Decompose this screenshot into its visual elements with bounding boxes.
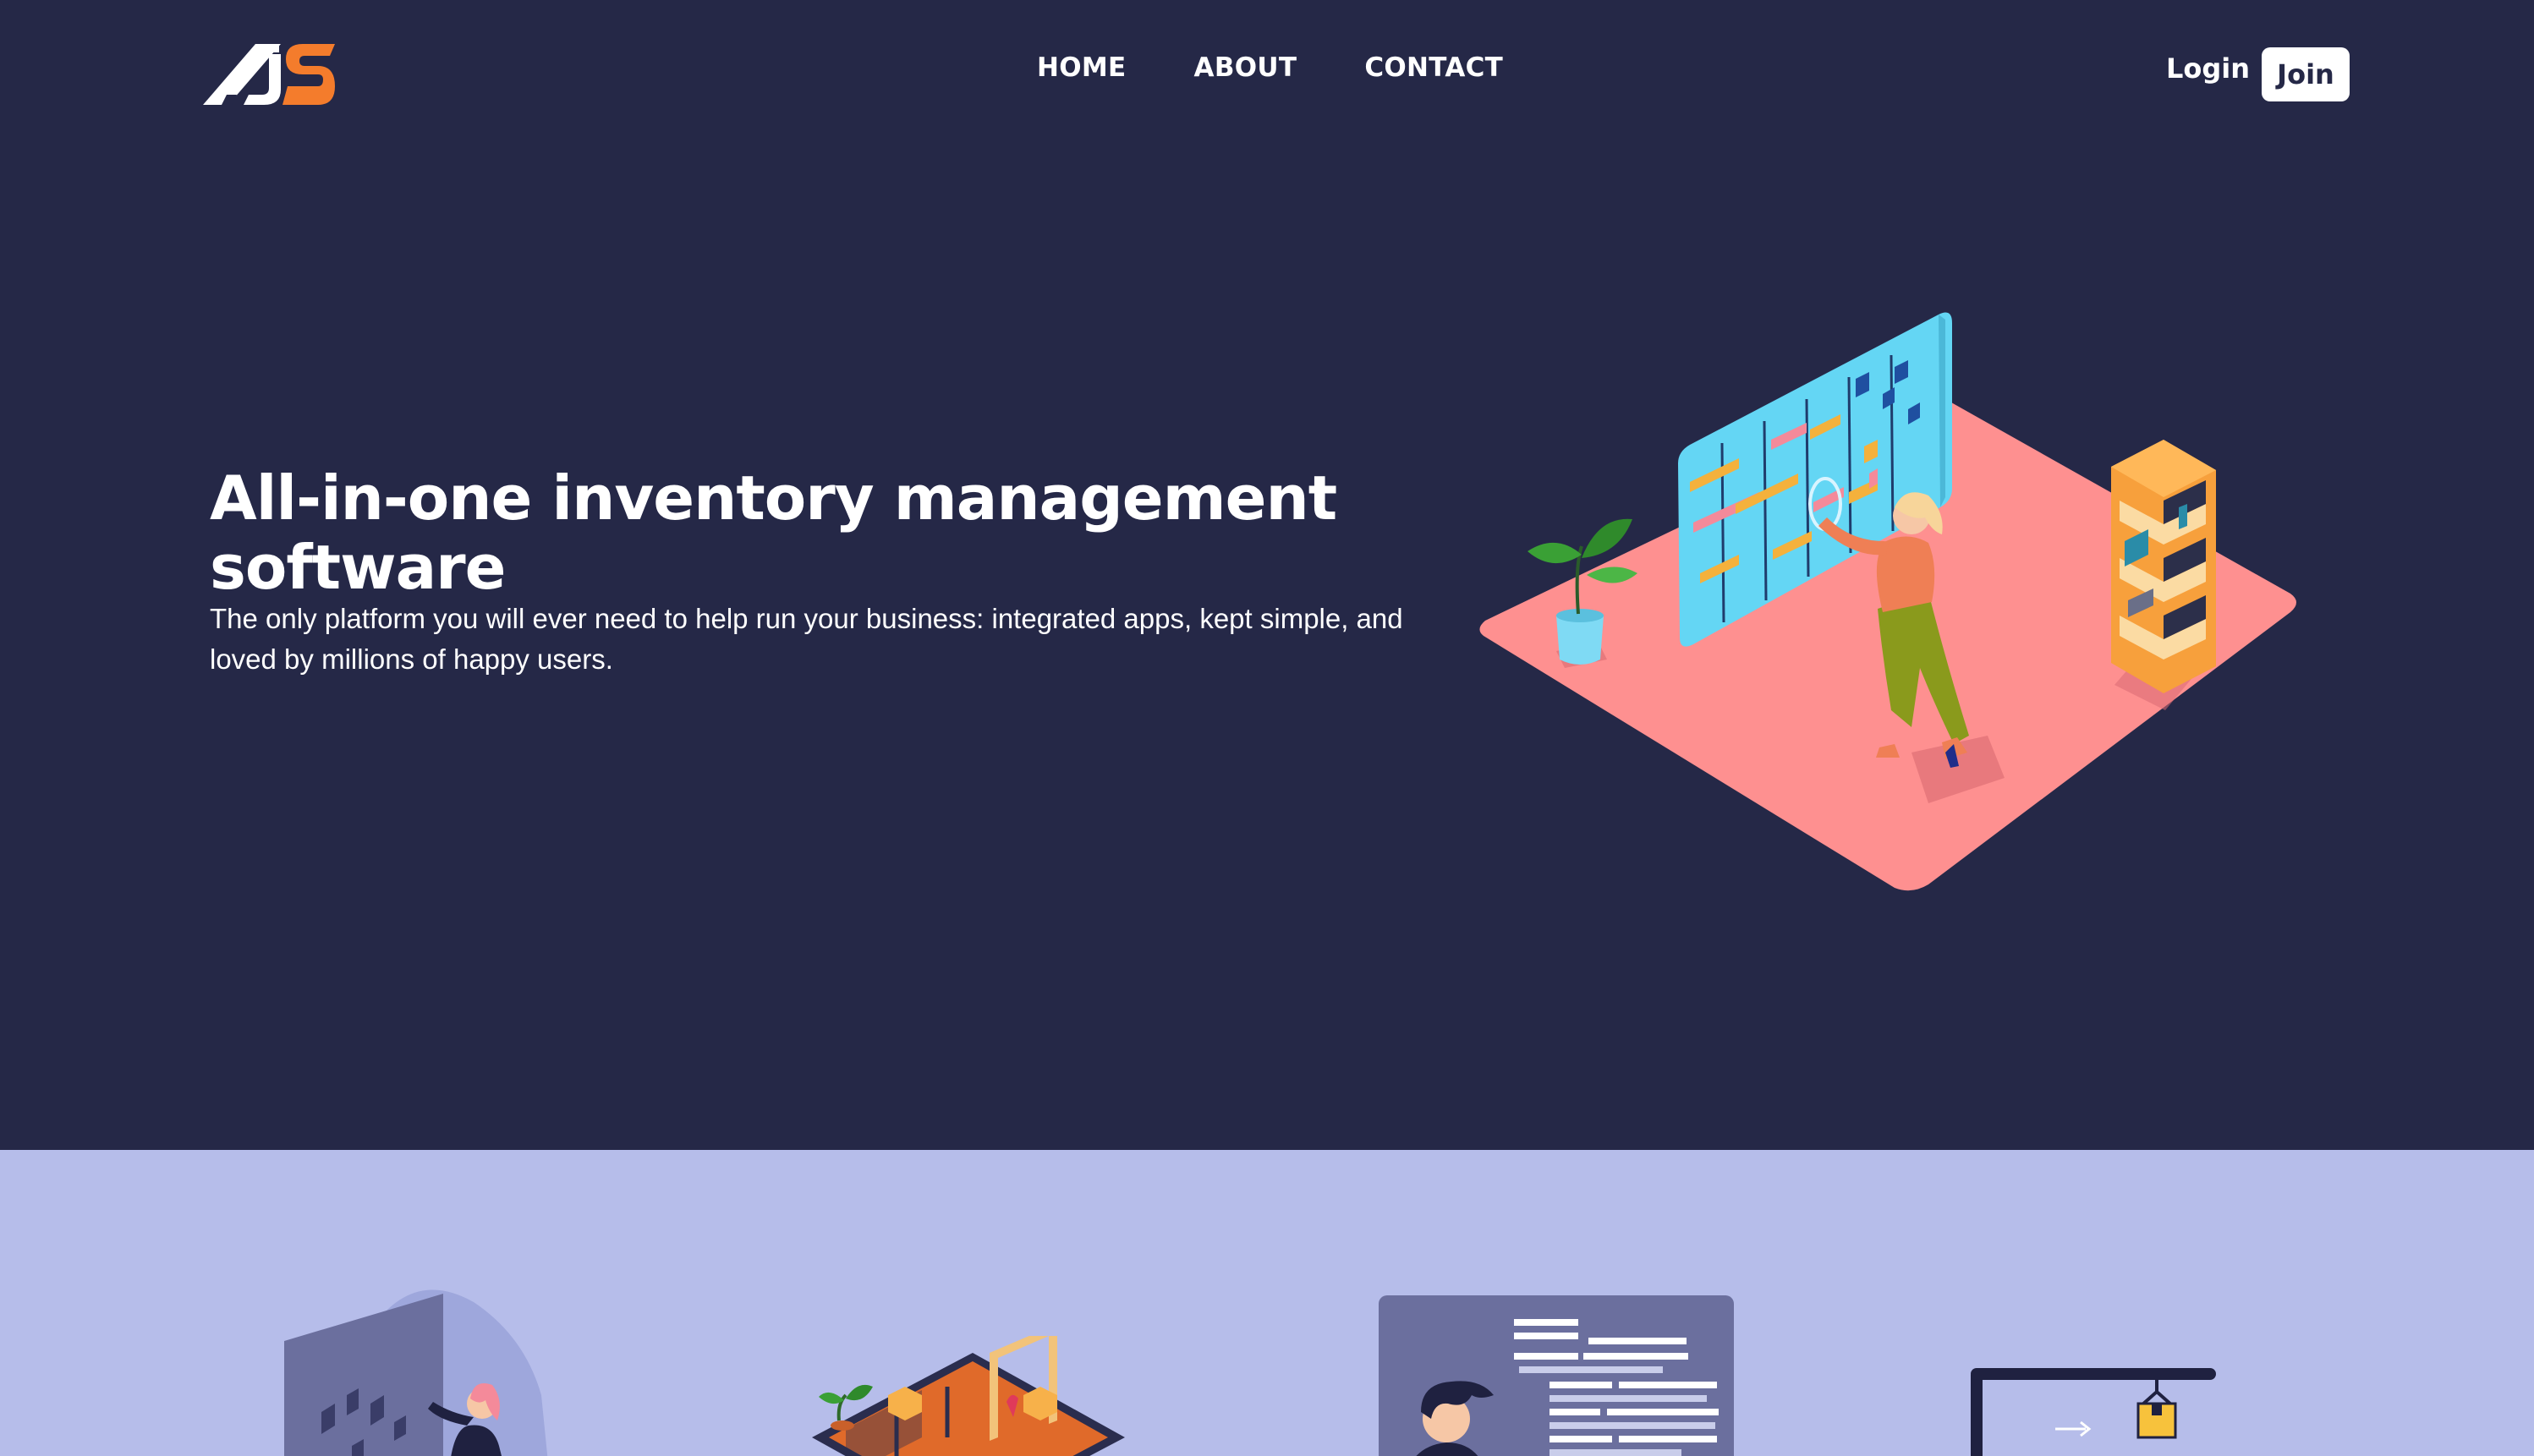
nav-contact-link[interactable]: CONTACT	[1364, 52, 1503, 83]
login-link[interactable]: Login	[2166, 52, 2250, 85]
hero-title: All-in-one inventory management software	[210, 463, 1337, 603]
crane-moving-box-illustration	[1971, 1368, 2216, 1456]
main-nav: HOME ABOUT CONTACT	[1037, 52, 1503, 83]
man-with-document-illustration	[1379, 1295, 1734, 1456]
hero-subtitle: The only platform you will ever need to …	[210, 603, 1403, 675]
hero-section: HOME ABOUT CONTACT Login Join All-in-one…	[0, 0, 2534, 1150]
woman-presenting-board-illustration	[284, 1289, 548, 1456]
logo[interactable]	[203, 42, 335, 107]
join-button[interactable]: Join	[2262, 47, 2350, 101]
nav-about-link[interactable]: ABOUT	[1194, 52, 1297, 83]
warehouse-isometric-illustration	[812, 1336, 1125, 1456]
nav-home-link[interactable]: HOME	[1037, 52, 1127, 83]
features-section	[0, 1150, 2534, 1456]
woman-organizing-board-illustration	[1479, 312, 2296, 891]
